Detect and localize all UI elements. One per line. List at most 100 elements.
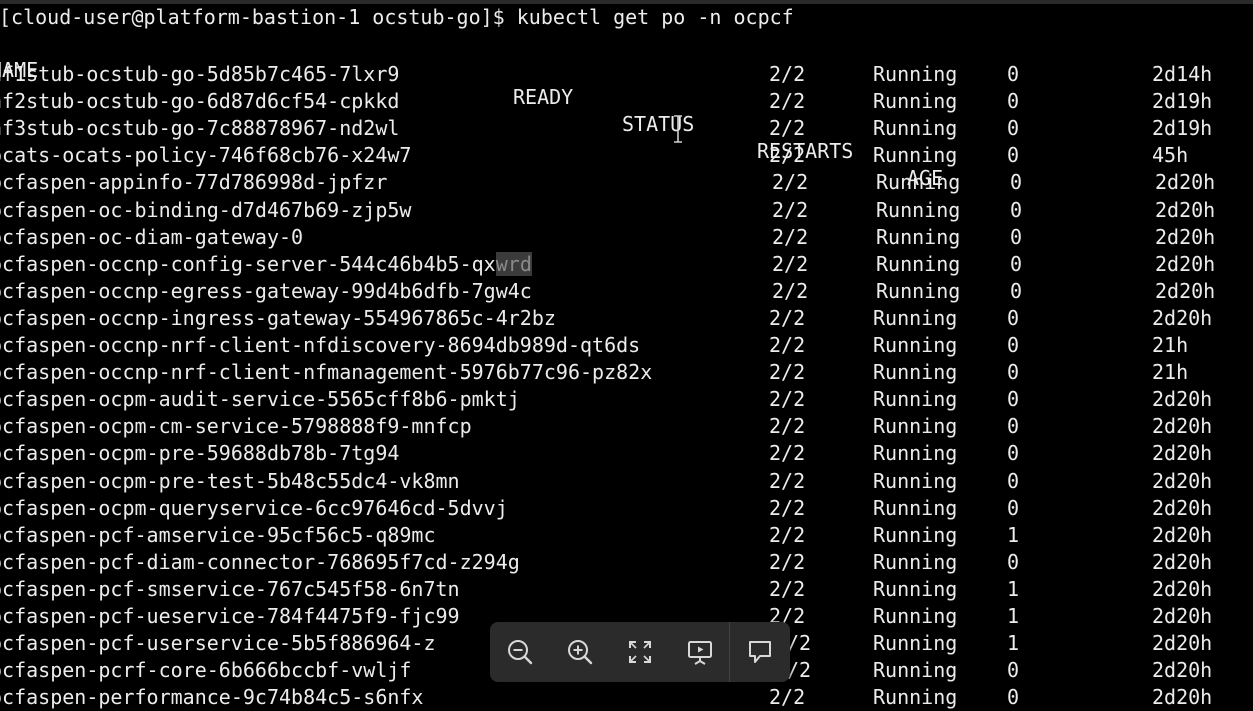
pod-age: 2d20h: [1155, 251, 1216, 276]
pod-name: ocats-ocats-policy-746f68cb76-x24w7: [0, 143, 412, 168]
pod-restarts: 0: [1010, 224, 1023, 249]
pod-ready: /2: [787, 631, 812, 656]
pod-restarts: 1: [1007, 604, 1020, 628]
pod-name: ocfaspen-occnp-nrf-client-nfmanagement-5…: [0, 360, 653, 385]
pod-ready: 2/2: [772, 278, 809, 303]
pod-restarts: 0: [1007, 143, 1020, 168]
pod-status: Running: [873, 143, 958, 168]
pod-status: Running: [873, 116, 958, 141]
pod-ready: /2: [787, 658, 812, 683]
pod-ready: 2/2: [772, 251, 809, 276]
pod-age: 2d19h: [1152, 116, 1213, 141]
pod-status: Running: [873, 387, 958, 412]
pod-age: 21h: [1152, 333, 1189, 357]
pod-status: Running: [873, 89, 958, 114]
table-row: ocfaspen-occnp-ingress-gateway-554967865…: [0, 305, 1253, 332]
present-button[interactable]: [670, 622, 730, 682]
pod-name: nf2stub-ocstub-go-6d87d6cf54-cpkkd: [0, 89, 400, 114]
pod-age: 2d20h: [1152, 495, 1213, 520]
pod-ready: 2/2: [769, 333, 806, 357]
table-row: ocfaspen-occnp-config-server-544c46b4b5-…: [0, 251, 1253, 278]
pod-status: Running: [873, 522, 958, 547]
pod-status: Running: [873, 414, 958, 439]
pod-restarts: 1: [1007, 631, 1020, 656]
pod-ready: 2/2: [772, 170, 809, 195]
pod-restarts: 0: [1007, 468, 1020, 493]
table-row: ocfaspen-ocpm-pre-test-5b48c55dc4-vk8mn 2…: [0, 468, 1253, 495]
pod-age: 2d20h: [1152, 658, 1213, 683]
pod-ready: 2/2: [772, 224, 809, 249]
pod-restarts: 1: [1007, 522, 1020, 547]
pod-status: Running: [876, 251, 961, 276]
pod-ready: 2/2: [769, 549, 806, 574]
zoom-out-button[interactable]: [490, 622, 550, 682]
pod-status: Running: [873, 631, 958, 656]
pod-ready: 2/2: [769, 576, 806, 601]
pod-status: Running: [873, 658, 958, 683]
pod-name: ocfaspen-occnp-nrf-client-nfdiscovery-86…: [0, 333, 641, 357]
terminal-window[interactable]: [cloud-user@platform-bastion-1 ocstub-go…: [0, 0, 1253, 711]
pod-age: 2d20h: [1152, 549, 1213, 574]
zoom-in-icon: [568, 640, 593, 665]
table-row: ocfaspen-pcf-diam-connector-768695f7cd-z…: [0, 549, 1253, 576]
pod-restarts: 0: [1007, 333, 1020, 357]
pod-status: Running: [876, 170, 961, 195]
pod-ready: 2/2: [769, 387, 806, 412]
pod-name: ocfaspen-pcf-amservice-95cf56c5-q89mc: [0, 522, 436, 547]
pod-age: 21h: [1152, 360, 1189, 385]
pod-name: ocfaspen-ocpm-pre-59688db78b-7tg94: [0, 441, 400, 466]
pod-ready: 2/2: [772, 197, 809, 222]
pod-name: ocfaspen-oc-binding-d7d467b69-zjp5w: [0, 197, 412, 222]
pod-age: 2d20h: [1155, 170, 1216, 195]
pod-age: 2d19h: [1152, 89, 1213, 114]
text-cursor-icon: [674, 115, 682, 143]
table-row: nf1stub-ocstub-go-5d85b7c465-7lxr9 2/2 Run…: [0, 61, 1253, 88]
table-row: ocfaspen-pcf-amservice-95cf56c5-q89mc 2/2…: [0, 522, 1253, 549]
pod-status: Running: [873, 604, 958, 628]
pod-age: 2d20h: [1152, 468, 1213, 493]
pod-ready: 2/2: [769, 89, 806, 114]
pod-restarts: 1: [1007, 576, 1020, 601]
pod-age: 45h: [1152, 143, 1189, 168]
pod-name: ocfaspen-pcrf-core-6b666bccbf-vwljf: [0, 658, 412, 683]
pod-status: Running: [873, 549, 958, 574]
pod-restarts: 0: [1007, 549, 1020, 574]
pod-ready: 2/2: [769, 305, 806, 330]
pod-age: 2d20h: [1152, 441, 1213, 466]
pod-ready: 2/2: [769, 685, 806, 710]
comment-button[interactable]: [730, 622, 790, 682]
pod-age: 2d20h: [1152, 305, 1213, 330]
pod-status: Running: [873, 305, 958, 330]
pod-ready: 2/2: [769, 495, 806, 520]
pod-age: 2d20h: [1152, 685, 1213, 710]
pod-name: ocfaspen-ocpm-pre-test-5b48c55dc4-vk8mn: [0, 468, 460, 493]
zoom-out-icon: [508, 640, 533, 665]
pod-restarts: 0: [1010, 278, 1023, 303]
table-row: ocfaspen-appinfo-77d786998d-jpfzr 2/2 Runn…: [0, 169, 1253, 196]
pod-restarts: 0: [1007, 441, 1020, 466]
present-icon: [688, 641, 712, 665]
table-row: ocfaspen-performance-9c74b84c5-s6nfx 2/2 R…: [0, 684, 1253, 711]
table-row: ocfaspen-ocpm-queryservice-6cc97646cd-5d…: [0, 495, 1253, 522]
pod-name: ocfaspen-pcf-smservice-767c545f58-6n7tn: [0, 576, 460, 601]
pod-name: ocfaspen-occnp-config-server-544c46b4b5-…: [0, 251, 532, 276]
table-header: NAME READY STATUS RESTARTS AGE: [0, 30, 1253, 190]
pod-name: ocfaspen-occnp-egress-gateway-99d4b6dfb-…: [0, 278, 532, 303]
table-row: ocfaspen-ocpm-cm-service-5798888f9-mnfcp…: [0, 413, 1253, 440]
table-row: nf3stub-ocstub-go-7c88878967-nd2wl 2/2 Run…: [0, 115, 1253, 142]
pod-name: ocfaspen-pcf-ueservice-784f4475f9-fjc99: [0, 604, 460, 628]
fullscreen-button[interactable]: [610, 622, 670, 682]
zoom-in-button[interactable]: [550, 622, 610, 682]
table-row: nf2stub-ocstub-go-6d87d6cf54-cpkkd 2/2 Run…: [0, 88, 1253, 115]
pod-status: Running: [876, 224, 961, 249]
pod-name: ocfaspen-ocpm-queryservice-6cc97646cd-5d…: [0, 495, 508, 520]
pod-name: ocfaspen-occnp-ingress-gateway-554967865…: [0, 305, 556, 330]
pod-age: 2d20h: [1152, 387, 1213, 412]
pod-restarts: 0: [1007, 658, 1020, 683]
pod-age: 2d20h: [1152, 576, 1213, 601]
pod-age: 2d20h: [1155, 197, 1216, 222]
pod-restarts: 0: [1007, 387, 1020, 412]
pod-restarts: 0: [1007, 360, 1020, 385]
pod-ready: 2/2: [769, 62, 806, 86]
pod-restarts: 0: [1007, 414, 1020, 439]
